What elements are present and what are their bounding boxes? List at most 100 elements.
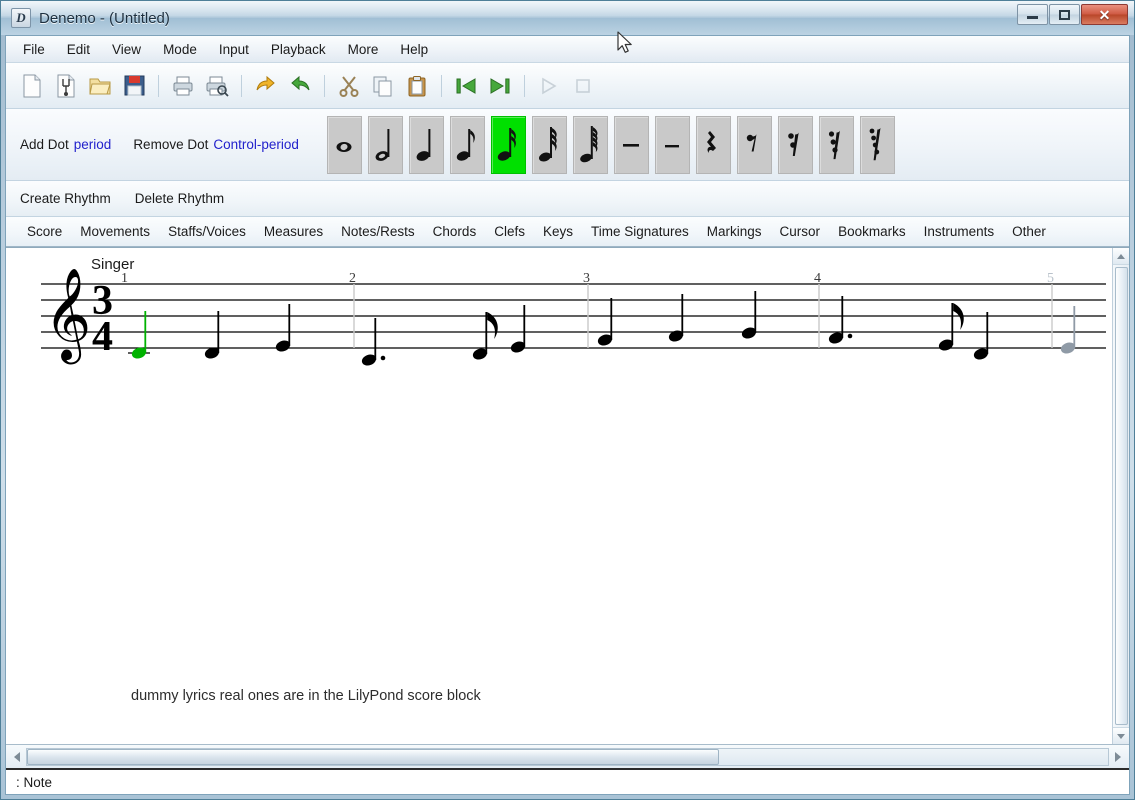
note-quarter[interactable] <box>203 311 220 360</box>
duration-whole-note[interactable] <box>326 115 362 174</box>
note-quarter[interactable] <box>667 294 684 343</box>
music-score-canvas[interactable]: 𝄞𝄞34Singer12345 dummy lyrics real ones a… <box>6 248 1112 744</box>
open-folder-icon[interactable] <box>84 69 116 103</box>
vertical-scroll-thumb[interactable] <box>1114 267 1128 725</box>
note-quarter[interactable] <box>596 298 613 347</box>
remove-dot-shortcut[interactable]: Control-period <box>213 137 299 152</box>
play-icon[interactable] <box>533 69 565 103</box>
save-floppy-icon[interactable] <box>118 69 150 103</box>
undo-arrow-icon[interactable] <box>250 69 282 103</box>
add-dot-group[interactable]: Add Dot period <box>20 137 111 152</box>
note-quarter[interactable] <box>360 318 386 367</box>
horizontal-scroll-track[interactable] <box>26 747 1109 766</box>
duration-half-note[interactable] <box>367 115 403 174</box>
duration-eighth-rest[interactable] <box>736 115 772 174</box>
tab-clefs[interactable]: Clefs <box>485 221 534 242</box>
menu-input[interactable]: Input <box>208 38 260 61</box>
print-icon[interactable] <box>167 69 199 103</box>
note-quarter[interactable] <box>827 296 853 345</box>
duration-whole-rest[interactable] <box>613 115 649 174</box>
close-button[interactable]: ✕ <box>1081 4 1128 25</box>
remove-dot-label: Remove Dot <box>133 137 209 152</box>
paste-clipboard-icon[interactable] <box>401 69 433 103</box>
augmentation-dot <box>847 333 853 339</box>
note-stem <box>754 291 757 333</box>
note-quarter[interactable] <box>1059 306 1076 355</box>
tab-other[interactable]: Other <box>1003 221 1055 242</box>
menu-mode[interactable]: Mode <box>152 38 208 61</box>
duration-sixtyfourth-note[interactable] <box>572 115 608 174</box>
status-bar: : Note <box>6 768 1129 794</box>
create-rhythm-button[interactable]: Create Rhythm <box>20 191 111 206</box>
note-stem <box>288 304 291 346</box>
menu-help[interactable]: Help <box>389 38 439 61</box>
note-stem <box>951 303 954 345</box>
duration-thirtysecond-note[interactable] <box>531 115 567 174</box>
scroll-up-arrow-icon[interactable] <box>1112 248 1129 265</box>
go-to-end-icon[interactable] <box>484 69 516 103</box>
duration-sixteenth-rest[interactable] <box>777 115 813 174</box>
duration-thirtysecond-rest[interactable] <box>818 115 854 174</box>
note-stem <box>523 305 526 347</box>
toolbar-separator <box>158 74 159 97</box>
tab-time-signatures[interactable]: Time Signatures <box>582 221 698 242</box>
maximize-icon <box>1059 9 1070 20</box>
tab-measures[interactable]: Measures <box>255 221 332 242</box>
tab-cursor[interactable]: Cursor <box>771 221 830 242</box>
note-quarter[interactable] <box>972 312 989 361</box>
duration-sixtyfourth-rest[interactable] <box>859 115 895 174</box>
horizontal-scroll-thumb[interactable] <box>27 748 719 765</box>
print-preview-icon[interactable] <box>201 69 233 103</box>
scroll-left-arrow-icon[interactable] <box>8 747 26 767</box>
minimize-button[interactable] <box>1017 4 1048 25</box>
go-to-start-icon[interactable] <box>450 69 482 103</box>
tab-instruments[interactable]: Instruments <box>915 221 1004 242</box>
lyrics-line: dummy lyrics real ones are in the LilyPo… <box>131 688 481 704</box>
menu-more[interactable]: More <box>337 38 390 61</box>
tab-bookmarks[interactable]: Bookmarks <box>829 221 915 242</box>
tab-chords[interactable]: Chords <box>424 221 486 242</box>
rhythm-toolbar: Create Rhythm Delete Rhythm <box>6 181 1129 217</box>
tab-keys[interactable]: Keys <box>534 221 582 242</box>
note-quarter[interactable] <box>128 311 150 360</box>
remove-dot-group[interactable]: Remove Dot Control-period <box>133 137 299 152</box>
redo-arrow-icon[interactable] <box>284 69 316 103</box>
tab-score[interactable]: Score <box>18 221 71 242</box>
duration-sixteenth-note[interactable] <box>490 115 526 174</box>
horizontal-scrollbar[interactable] <box>6 744 1129 768</box>
title-bar: D Denemo - (Untitled) ✕ <box>1 1 1134 35</box>
duration-half-rest[interactable] <box>654 115 690 174</box>
duration-eighth-note[interactable] <box>449 115 485 174</box>
stop-icon[interactable] <box>567 69 599 103</box>
menu-playback[interactable]: Playback <box>260 38 337 61</box>
new-document-icon[interactable] <box>16 69 48 103</box>
new-from-template-icon[interactable] <box>50 69 82 103</box>
duration-quarter-rest[interactable] <box>695 115 731 174</box>
tab-markings[interactable]: Markings <box>698 221 771 242</box>
add-dot-shortcut[interactable]: period <box>74 137 112 152</box>
tab-notes-rests[interactable]: Notes/Rests <box>332 221 424 242</box>
scroll-down-arrow-icon[interactable] <box>1112 727 1129 744</box>
note-eighth[interactable] <box>471 312 498 361</box>
application-window: D Denemo - (Untitled) ✕ File Edit View M… <box>0 0 1135 800</box>
delete-rhythm-button[interactable]: Delete Rhythm <box>135 191 224 206</box>
time-signature-denominator: 4 <box>92 314 113 360</box>
scroll-right-arrow-icon[interactable] <box>1109 747 1127 767</box>
client-area: File Edit View Mode Input Playback More … <box>5 35 1130 795</box>
tab-staffs-voices[interactable]: Staffs/Voices <box>159 221 255 242</box>
menu-edit[interactable]: Edit <box>56 38 101 61</box>
note-stem <box>610 298 613 340</box>
measure-number: 4 <box>814 271 821 286</box>
note-quarter[interactable] <box>274 304 291 353</box>
maximize-button[interactable] <box>1049 4 1080 25</box>
note-quarter[interactable] <box>509 305 526 354</box>
cut-scissors-icon[interactable] <box>333 69 365 103</box>
tab-movements[interactable]: Movements <box>71 221 159 242</box>
duration-quarter-note[interactable] <box>408 115 444 174</box>
menu-file[interactable]: File <box>12 38 56 61</box>
vertical-scrollbar[interactable] <box>1112 248 1129 744</box>
menu-view[interactable]: View <box>101 38 152 61</box>
note-eighth[interactable] <box>937 303 964 352</box>
toolbar-separator <box>241 74 242 97</box>
copy-icon[interactable] <box>367 69 399 103</box>
